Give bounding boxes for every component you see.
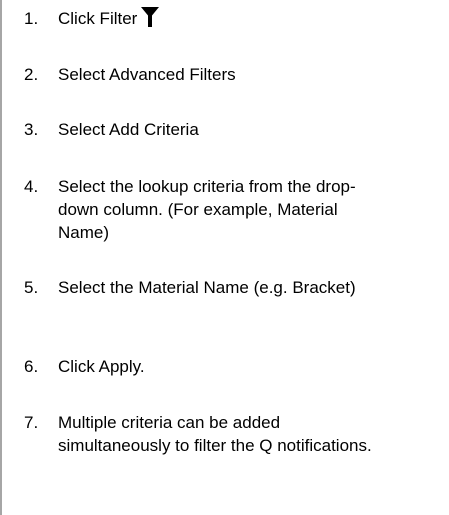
step-number: 7. (24, 413, 39, 432)
step-text: Select Add Criteria (58, 120, 199, 139)
step-text: Multiple criteria can be added simultane… (58, 413, 372, 455)
left-border-rule (0, 0, 2, 515)
step-text: Select Advanced Filters (58, 65, 236, 84)
step-text: Click Apply. (58, 357, 145, 376)
step-number: 6. (24, 357, 39, 376)
step-number: 3. (24, 120, 39, 139)
step-number: 4. (24, 177, 39, 196)
step-number: 2. (24, 65, 39, 84)
step-text: Select the Material Name (e.g. Bracket) (58, 278, 356, 297)
step-number: 1. (24, 9, 39, 28)
step-text: Select the lookup criteria from the drop… (58, 177, 356, 242)
filter-icon (141, 7, 160, 27)
step-text-label: Click Filter (58, 9, 138, 28)
step-text: Click Filter (58, 7, 388, 30)
step-number: 5. (24, 278, 39, 297)
